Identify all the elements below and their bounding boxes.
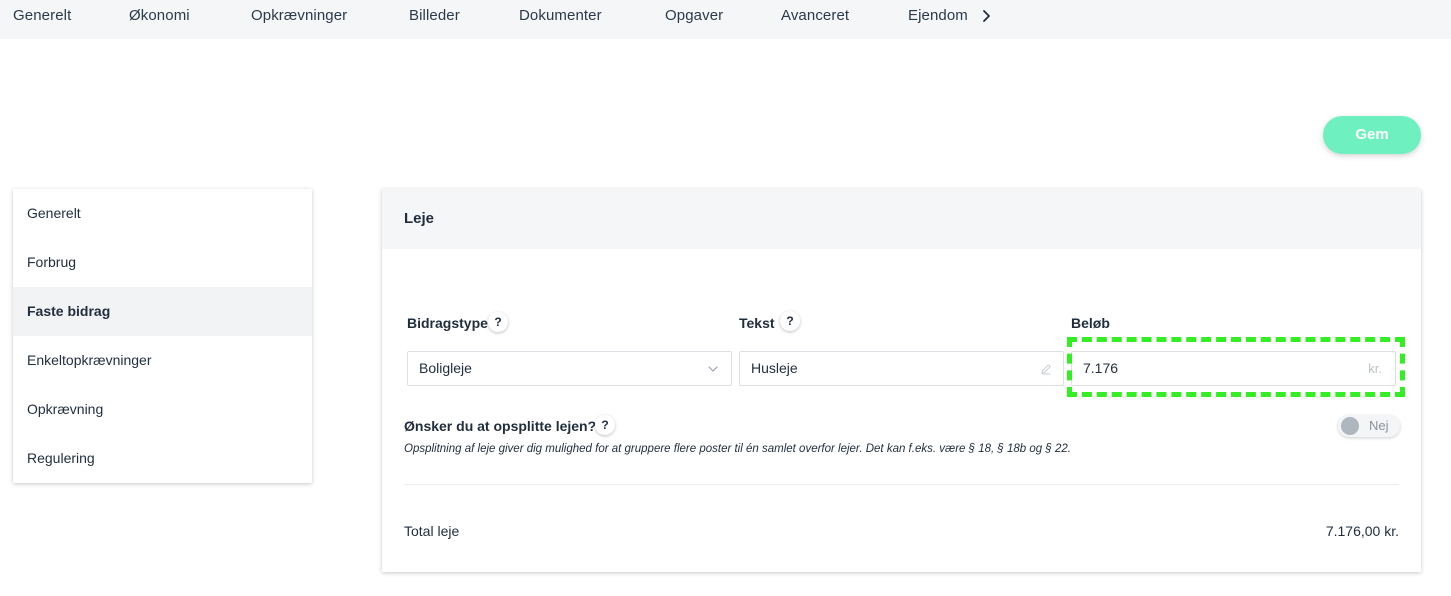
- toggle-label: Nej: [1369, 418, 1389, 433]
- amount-currency-suffix: kr.: [1368, 361, 1382, 376]
- card-title: Leje: [404, 210, 435, 227]
- tab-opkraevninger[interactable]: Opkrævninger: [251, 7, 347, 24]
- split-rent-question: Ønsker du at opsplitte lejen?: [404, 418, 597, 434]
- chevron-down-icon: [708, 366, 718, 372]
- tab-generelt[interactable]: Generelt: [13, 7, 71, 24]
- tab-opgaver[interactable]: Opgaver: [665, 7, 723, 24]
- chevron-right-icon[interactable]: [981, 8, 993, 24]
- sidebar-item-enkeltopkraevninger[interactable]: Enkeltopkrævninger: [13, 336, 312, 385]
- amount-value: 7.176: [1083, 360, 1119, 376]
- split-rent-toggle[interactable]: Nej: [1338, 415, 1400, 437]
- settings-sidebar: Generelt Forbrug Faste bidrag Enkeltopkr…: [13, 189, 312, 483]
- card-header: Leje: [382, 189, 1421, 249]
- sidebar-item-forbrug[interactable]: Forbrug: [13, 238, 312, 287]
- text-input[interactable]: Husleje: [739, 351, 1064, 386]
- total-rent-value: 7.176,00 kr.: [1325, 523, 1399, 539]
- contribution-type-label: Bidragstype: [407, 315, 488, 331]
- divider: [404, 484, 1399, 485]
- split-rent-help-icon[interactable]: ?: [595, 415, 615, 435]
- tab-dokumenter[interactable]: Dokumenter: [519, 7, 602, 24]
- sidebar-item-generelt[interactable]: Generelt: [13, 189, 312, 238]
- text-value: Husleje: [751, 360, 798, 376]
- amount-input[interactable]: 7.176 kr.: [1071, 351, 1396, 386]
- top-navigation: Generelt Økonomi Opkrævninger Billeder D…: [0, 0, 1451, 39]
- text-label: Tekst: [739, 315, 775, 331]
- save-button[interactable]: Gem: [1323, 116, 1421, 154]
- toggle-knob: [1341, 417, 1359, 435]
- tab-okonomi[interactable]: Økonomi: [129, 7, 190, 24]
- total-rent-label: Total leje: [404, 523, 460, 539]
- sidebar-item-regulering[interactable]: Regulering: [13, 434, 312, 483]
- sidebar-item-faste-bidrag[interactable]: Faste bidrag: [13, 287, 312, 336]
- contribution-type-value: Boligleje: [419, 360, 472, 376]
- tab-billeder[interactable]: Billeder: [409, 7, 460, 24]
- amount-label: Beløb: [1071, 315, 1110, 331]
- sidebar-item-opkraevning[interactable]: Opkrævning: [13, 385, 312, 434]
- tab-avanceret[interactable]: Avanceret: [781, 7, 849, 24]
- pencil-icon: [1041, 364, 1051, 375]
- split-rent-description: Opsplitning af leje giver dig mulighed f…: [404, 443, 1071, 455]
- tab-ejendom[interactable]: Ejendom: [908, 7, 968, 24]
- rent-card: Leje Bidragstype ? Boligleje Tekst ? Hus…: [382, 189, 1421, 572]
- contribution-type-help-icon[interactable]: ?: [488, 312, 508, 332]
- contribution-type-select[interactable]: Boligleje: [407, 351, 732, 386]
- text-help-icon[interactable]: ?: [780, 311, 800, 331]
